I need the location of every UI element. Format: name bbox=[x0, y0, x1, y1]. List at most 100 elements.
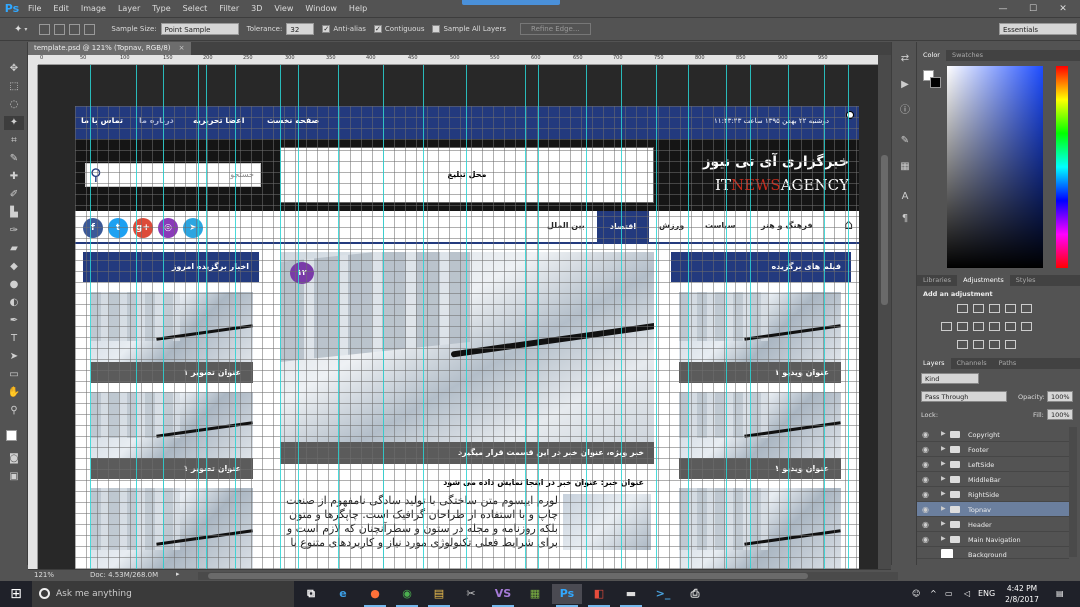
contiguous-checkbox[interactable]: ✓ bbox=[373, 25, 382, 33]
history-brush-icon[interactable]: ✑ bbox=[4, 224, 24, 238]
move-tool-icon[interactable]: ✥ bbox=[4, 62, 24, 76]
tab-layers[interactable]: Layers bbox=[917, 358, 951, 369]
people-icon[interactable]: ☺ bbox=[912, 581, 920, 607]
info-panel-icon[interactable]: ⓘ bbox=[897, 104, 913, 118]
canvas[interactable]: تماس با ما درباره ما اعضا تحریریه صفحه ن… bbox=[38, 65, 878, 569]
magic-wand-icon[interactable]: ✦ bbox=[14, 24, 22, 35]
tab-adjustments[interactable]: Adjustments bbox=[957, 275, 1010, 286]
menu-3d[interactable]: 3D bbox=[245, 4, 268, 13]
visibility-eye-icon[interactable]: ◉ bbox=[922, 520, 929, 529]
horizontal-ruler[interactable]: 0 50 100 150 200 250 300 350 400 450 500… bbox=[38, 55, 878, 65]
invert-icon[interactable] bbox=[957, 340, 968, 349]
type-tool-icon[interactable]: T bbox=[4, 332, 24, 346]
tab-color[interactable]: Color bbox=[917, 50, 946, 61]
zoom-tool-icon[interactable]: ⚲ bbox=[4, 404, 24, 418]
layer-filter-select[interactable]: Kind bbox=[921, 373, 979, 384]
volume-icon[interactable]: ◁ bbox=[964, 581, 970, 607]
photo-filter-icon[interactable] bbox=[989, 322, 1000, 331]
close-button[interactable]: ✕ bbox=[1048, 0, 1078, 17]
horizontal-scrollbar[interactable] bbox=[198, 572, 898, 580]
levels-adjust-icon[interactable] bbox=[973, 304, 984, 313]
expand-arrow-icon[interactable]: ▶ bbox=[941, 445, 946, 452]
visibility-eye-icon[interactable]: ◉ bbox=[922, 490, 929, 499]
visibility-eye-icon[interactable]: ◉ bbox=[922, 505, 929, 514]
clone-panel-icon[interactable]: ▦ bbox=[897, 160, 913, 174]
menu-help[interactable]: Help bbox=[343, 4, 373, 13]
stamp-tool-icon[interactable]: ▙ bbox=[4, 206, 24, 220]
visibility-eye-icon[interactable]: ◉ bbox=[922, 460, 929, 469]
layer-row[interactable]: Background bbox=[917, 547, 1069, 559]
subtract-selection-icon[interactable] bbox=[69, 23, 81, 35]
tab-swatches[interactable]: Swatches bbox=[946, 50, 989, 61]
workspace-select[interactable]: Essentials bbox=[999, 23, 1077, 35]
scrollbar-thumb[interactable] bbox=[881, 155, 888, 305]
clock[interactable]: 4:42 PM 2/8/2017 bbox=[1000, 583, 1044, 605]
network-icon[interactable]: ▭ bbox=[945, 581, 953, 607]
menu-image[interactable]: Image bbox=[75, 4, 112, 13]
tolerance-input[interactable]: 32 bbox=[286, 23, 315, 35]
layers-scrollbar[interactable] bbox=[1069, 427, 1077, 557]
zoom-level[interactable]: 121% bbox=[34, 571, 54, 579]
notifications-icon[interactable]: ▤ bbox=[1056, 581, 1064, 607]
status-menu-icon[interactable]: ▸ bbox=[176, 570, 180, 578]
task-view-icon[interactable]: ⧉ bbox=[296, 584, 326, 604]
expand-arrow-icon[interactable]: ▶ bbox=[941, 460, 946, 467]
red-app-icon[interactable]: ◧ bbox=[584, 584, 614, 607]
expand-arrow-icon[interactable]: ▶ bbox=[941, 430, 946, 437]
character-panel-icon[interactable]: A bbox=[897, 190, 913, 204]
tab-paths[interactable]: Paths bbox=[993, 358, 1023, 369]
powershell-icon[interactable]: >_ bbox=[648, 584, 678, 604]
fill-input[interactable]: 100% bbox=[1047, 409, 1073, 420]
paragraph-panel-icon[interactable]: ¶ bbox=[897, 212, 913, 226]
vertical-ruler[interactable] bbox=[28, 65, 38, 569]
visibility-eye-icon[interactable]: ◉ bbox=[922, 475, 929, 484]
eraser-tool-icon[interactable]: ▰ bbox=[4, 242, 24, 256]
crop-tool-icon[interactable]: ⌗ bbox=[4, 134, 24, 148]
pen-tool-icon[interactable]: ✒ bbox=[4, 314, 24, 328]
foreground-color-swatch[interactable] bbox=[6, 430, 17, 441]
menu-layer[interactable]: Layer bbox=[112, 4, 146, 13]
exposure-adjust-icon[interactable] bbox=[1005, 304, 1016, 313]
posterize-icon[interactable] bbox=[973, 340, 984, 349]
screen-mode-icon[interactable]: ▣ bbox=[4, 470, 24, 484]
shape-tool-icon[interactable]: ▭ bbox=[4, 368, 24, 382]
input-language[interactable]: ENG bbox=[978, 581, 995, 607]
menu-file[interactable]: File bbox=[22, 4, 47, 13]
visibility-eye-icon[interactable]: ◉ bbox=[922, 430, 929, 439]
lasso-tool-icon[interactable]: ◌ bbox=[4, 98, 24, 112]
layer-row[interactable]: ◉ ▶ Footer bbox=[917, 442, 1069, 457]
healing-tool-icon[interactable]: ✚ bbox=[4, 170, 24, 184]
file-explorer-icon[interactable]: ▤ bbox=[424, 584, 454, 607]
curves-adjust-icon[interactable] bbox=[989, 304, 1000, 313]
photoshop-taskbar-icon[interactable]: Ps bbox=[552, 584, 582, 607]
tab-channels[interactable]: Channels bbox=[951, 358, 993, 369]
chevron-up-icon[interactable]: ^ bbox=[930, 581, 937, 607]
vibrance-adjust-icon[interactable] bbox=[1021, 304, 1032, 313]
sample-size-select[interactable]: Point Sample bbox=[160, 23, 239, 35]
marquee-tool-icon[interactable]: ⬚ bbox=[4, 80, 24, 94]
layer-row[interactable]: ◉ ▶ MiddleBar bbox=[917, 472, 1069, 487]
expand-arrow-icon[interactable]: ▶ bbox=[941, 520, 946, 527]
eyedropper-tool-icon[interactable]: ✎ bbox=[4, 152, 24, 166]
hscroll-thumb[interactable] bbox=[208, 573, 808, 579]
layer-row[interactable]: ◉ ▶ Header bbox=[917, 517, 1069, 532]
anti-alias-checkbox[interactable]: ✓ bbox=[322, 25, 331, 33]
channel-mixer-icon[interactable] bbox=[1005, 322, 1016, 331]
terminal-app-icon[interactable]: ▬ bbox=[616, 584, 646, 607]
new-selection-icon[interactable] bbox=[39, 23, 51, 35]
tab-libraries[interactable]: Libraries bbox=[917, 275, 957, 286]
dodge-tool-icon[interactable]: ◐ bbox=[4, 296, 24, 310]
start-button-icon[interactable]: ⊞ bbox=[0, 581, 32, 607]
edge-icon[interactable]: e bbox=[328, 584, 358, 604]
blur-tool-icon[interactable]: ● bbox=[4, 278, 24, 292]
actions-panel-icon[interactable]: ▶ bbox=[897, 78, 913, 92]
color-lookup-icon[interactable] bbox=[1021, 322, 1032, 331]
color-balance-icon[interactable] bbox=[957, 322, 968, 331]
black-white-icon[interactable] bbox=[973, 322, 984, 331]
cortana-search[interactable]: Ask me anything bbox=[32, 581, 294, 607]
refine-edge-button[interactable]: Refine Edge... bbox=[520, 23, 591, 35]
layer-row[interactable]: ◉ ▶ LeftSide bbox=[917, 457, 1069, 472]
threshold-icon[interactable] bbox=[989, 340, 1000, 349]
brush-panel-icon[interactable]: ✎ bbox=[897, 134, 913, 148]
intersect-selection-icon[interactable] bbox=[84, 23, 96, 35]
